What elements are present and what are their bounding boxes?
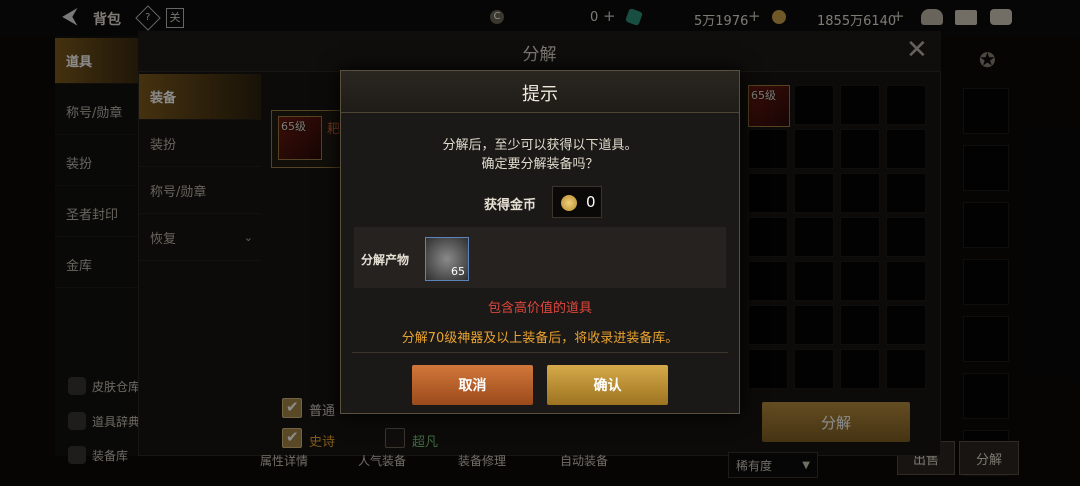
gold-value-box: 0 [552,186,602,218]
dialog-message-line1: 分解后，至少可以获得以下道具。 [442,138,638,153]
library-note: 分解70级神器及以上装备后，将收录进装备库。 [401,331,679,346]
cancel-button[interactable]: 取消 [412,365,533,405]
confirm-button-label: 确认 [593,378,622,394]
yield-item-icon[interactable]: 65 [425,237,469,281]
dialog-title: 提示 [522,84,558,105]
confirm-button[interactable]: 确认 [547,365,668,405]
yield-item-count: 65 [451,265,465,278]
cancel-button-label: 取消 [458,378,487,394]
gold-value: 0 [586,193,596,211]
dialog-divider [352,352,728,353]
high-value-warning: 包含高价值的道具 [487,301,592,316]
yield-label: 分解产物 [361,253,410,267]
gold-label: 获得金币 [484,198,537,213]
dialog-header: 提示 [341,71,739,113]
gold-coin-icon [561,195,577,211]
dialog-message-line2: 确定要分解装备吗？ [481,157,599,172]
yield-strip [354,227,726,288]
